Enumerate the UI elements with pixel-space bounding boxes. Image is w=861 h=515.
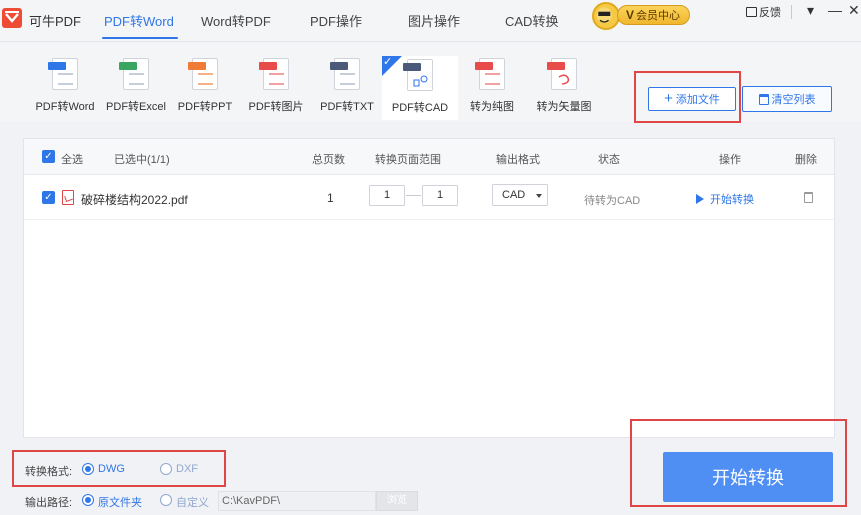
col-delete: 删除	[795, 154, 817, 166]
jpg-icon	[259, 58, 289, 90]
pdf-vector-icon	[547, 58, 577, 90]
tool-label: PDF转CAD	[391, 102, 449, 114]
plus-icon: +	[664, 90, 673, 107]
output-format-select[interactable]: CAD	[492, 184, 548, 206]
table-row: ✓ 破碎楼结构2022.pdf 1 1 1 CAD 待转为CAD 开始转换	[24, 176, 834, 220]
play-icon	[696, 194, 704, 204]
start-convert-button[interactable]: 开始转换	[663, 452, 833, 502]
pdf-file-icon	[62, 190, 74, 205]
tool-label: PDF转图片	[248, 101, 304, 113]
vip-center-button[interactable]: V 会员中心	[617, 5, 690, 25]
window-controls-divider	[791, 5, 792, 19]
delete-row-icon[interactable]	[804, 192, 813, 203]
col-page-range: 转换页面范围	[375, 154, 441, 166]
path-original-folder-label: 原文件夹	[98, 497, 142, 509]
feedback-label: 反馈	[759, 7, 781, 19]
pdf-image-icon	[475, 58, 505, 90]
tool-label: 转为矢量图	[536, 101, 592, 113]
page-range-to-input[interactable]: 1	[422, 185, 458, 206]
txt-icon	[330, 58, 360, 90]
vip-center-label: 会员中心	[636, 10, 681, 22]
col-total-pages: 总页数	[312, 154, 345, 166]
tool-pdf-to-excel[interactable]: PDF转Excel	[98, 55, 174, 119]
format-dwg-label: DWG	[98, 463, 125, 475]
select-all-checkbox[interactable]: ✓	[42, 150, 55, 163]
vip-badge-icon: V	[626, 8, 635, 22]
close-icon[interactable]: ✕	[848, 2, 860, 18]
col-operation: 操作	[719, 154, 741, 166]
app-logo-icon	[2, 8, 22, 28]
status-text: 待转为CAD	[584, 195, 641, 207]
col-output-format: 输出格式	[496, 154, 540, 166]
avatar[interactable]	[592, 2, 620, 30]
feedback-icon	[746, 7, 757, 17]
feedback-button[interactable]: 反馈	[746, 4, 781, 20]
trash-icon	[758, 93, 769, 105]
format-dxf-label: DXF	[176, 463, 198, 475]
chevron-down-icon	[536, 194, 542, 198]
ppt-icon	[188, 58, 218, 90]
row-checkbox[interactable]: ✓	[42, 191, 55, 204]
select-all-label: 全选	[61, 154, 83, 166]
tool-label: PDF转Word	[35, 101, 95, 113]
selected-check-icon: ✓	[382, 56, 402, 76]
app-title: 可牛PDF	[29, 14, 82, 29]
add-file-button[interactable]: + 添加文件	[648, 87, 736, 111]
format-label: 转换格式:	[25, 466, 73, 478]
page-range-from-input[interactable]: 1	[369, 185, 405, 206]
app-window: 可牛PDF PDF转Word Word转PDF PDF操作 图片操作 CAD转换…	[0, 0, 861, 515]
tool-pdf-to-cad[interactable]: ✓ PDF转CAD	[382, 56, 458, 120]
clear-list-label: 清空列表	[771, 94, 816, 106]
tool-pdf-to-image[interactable]: PDF转图片	[238, 55, 314, 119]
path-radio-custom[interactable]	[160, 494, 172, 506]
xlsx-icon	[119, 58, 149, 90]
output-path-input[interactable]: C:\KavPDF\	[218, 491, 376, 511]
tool-pdf-to-txt[interactable]: PDF转TXT	[309, 55, 385, 119]
clear-list-button[interactable]: 清空列表	[742, 86, 832, 112]
tool-label: 转为纯图	[470, 101, 514, 113]
menu-dropdown-icon[interactable]: ▾	[807, 2, 814, 18]
col-status: 状态	[598, 154, 620, 166]
output-path-label: 输出路径:	[25, 497, 73, 509]
tool-label: PDF转PPT	[177, 101, 233, 113]
top-nav-bar: 可牛PDF PDF转Word Word转PDF PDF操作 图片操作 CAD转换…	[0, 0, 861, 42]
output-format-value: CAD	[502, 189, 526, 201]
tool-to-pure-image[interactable]: 转为纯图	[454, 55, 530, 119]
format-radio-dxf[interactable]	[160, 463, 172, 475]
tool-label: PDF转TXT	[320, 101, 374, 113]
browse-button[interactable]: 浏览	[376, 491, 418, 511]
start-convert-link-label: 开始转换	[710, 194, 754, 206]
table-header: ✓ 全选 已选中(1/1) 总页数 转换页面范围 输出格式 状态 操作 删除	[24, 139, 834, 175]
path-custom-label: 自定义	[176, 497, 209, 509]
tab-image-operations[interactable]: 图片操作	[408, 11, 460, 30]
file-name: 破碎楼结构2022.pdf	[81, 193, 188, 207]
tab-cad-conversion[interactable]: CAD转换	[505, 11, 558, 30]
file-list-panel: ✓ 全选 已选中(1/1) 总页数 转换页面范围 输出格式 状态 操作 删除 ✓…	[23, 138, 835, 438]
start-convert-link[interactable]: 开始转换	[696, 191, 754, 207]
total-pages-value: 1	[327, 191, 334, 205]
dwg-icon	[403, 59, 433, 91]
path-radio-original-folder[interactable]	[82, 494, 94, 506]
format-radio-dwg[interactable]	[82, 463, 94, 475]
active-tab-indicator	[102, 37, 178, 39]
selected-count: 已选中(1/1)	[114, 154, 170, 166]
tab-pdf-operations[interactable]: PDF操作	[310, 11, 362, 30]
tool-pdf-to-ppt[interactable]: PDF转PPT	[167, 55, 243, 119]
tool-pdf-to-word[interactable]: PDF转Word	[27, 55, 103, 119]
tab-pdf-to-word[interactable]: PDF转Word	[104, 11, 174, 30]
tab-word-to-pdf[interactable]: Word转PDF	[201, 11, 271, 30]
add-file-label: 添加文件	[675, 94, 720, 106]
docx-icon	[48, 58, 78, 90]
tool-label: PDF转Excel	[106, 101, 166, 113]
minimize-icon[interactable]: —	[828, 2, 842, 18]
tool-to-vector[interactable]: 转为矢量图	[526, 55, 602, 119]
range-separator	[406, 195, 421, 196]
